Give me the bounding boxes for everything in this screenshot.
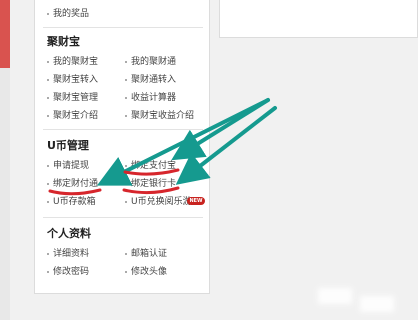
arrow-to-tenpay	[96, 98, 270, 186]
blurred-watermark	[318, 288, 352, 304]
annotation-overlay	[48, 98, 277, 196]
underline-tenpay	[48, 188, 102, 196]
underline-bank-card	[122, 186, 180, 195]
underline-alipay	[123, 168, 180, 176]
blurred-watermark	[360, 296, 394, 312]
